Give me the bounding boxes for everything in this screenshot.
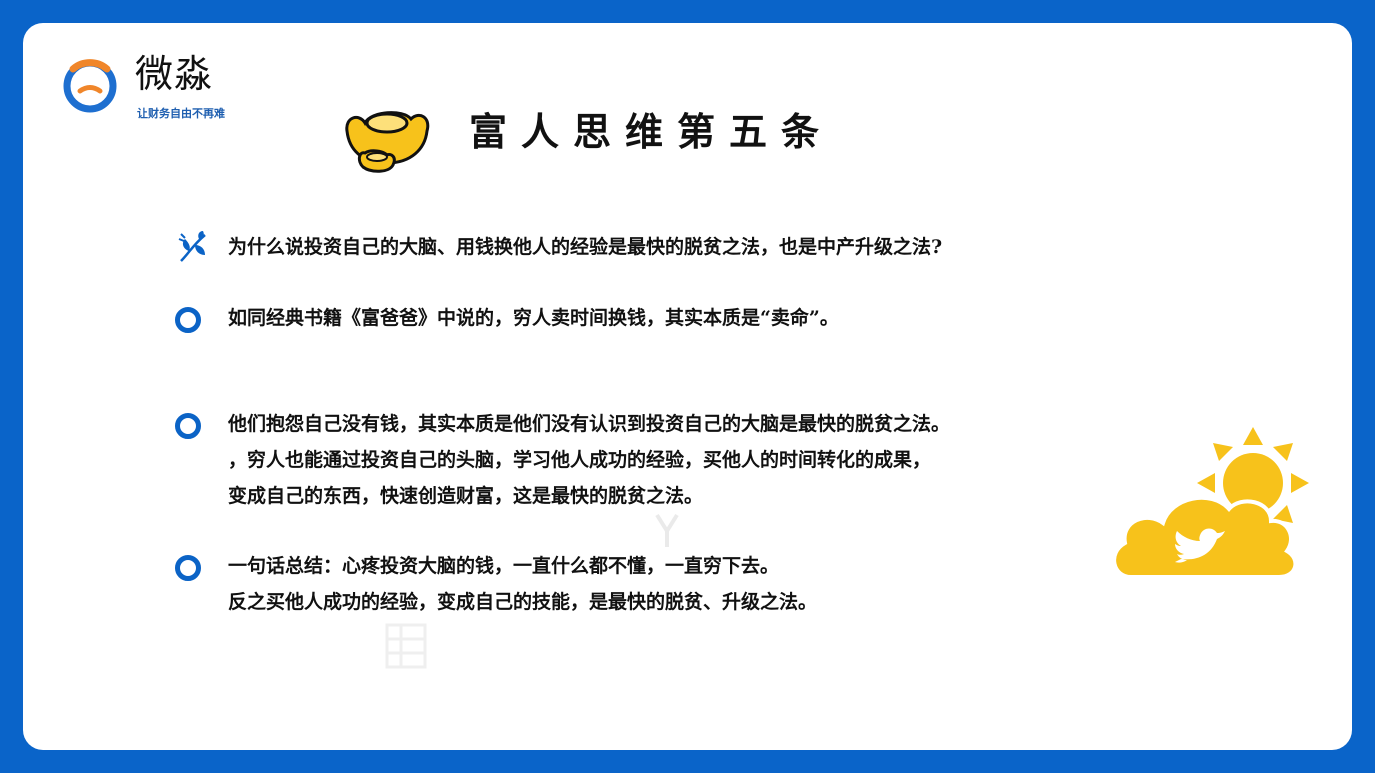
brand-logo: 微淼 让财务自由不再难 bbox=[53, 49, 258, 144]
item-text: 变成自己的东西，快速创造财富，这是最快的脱贫之法。 bbox=[228, 485, 704, 507]
leaf-sprig-icon bbox=[178, 231, 206, 262]
item-text: ，穷人也能通过投资自己的头脑，学习他人成功的经验，买他人的时间转化的成果， bbox=[228, 449, 932, 471]
logo-name: 微淼 bbox=[135, 52, 214, 96]
circle-ring-icon bbox=[175, 413, 201, 439]
watermark-icon bbox=[385, 623, 427, 669]
page-title: 富人思维第五条 bbox=[469, 110, 834, 154]
item-text: 他们抱怨自己没有钱，其实本质是他们没有认识到投资自己的大脑是最快的脱贫之法。 bbox=[228, 413, 951, 435]
item-text: 反之买他人成功的经验，变成自己的技能，是最快的脱贫、升级之法。 bbox=[228, 591, 818, 613]
sun-cloud-twitter-icon bbox=[1112, 427, 1309, 579]
watermark-icon bbox=[655, 513, 679, 547]
weimiao-logo-icon bbox=[63, 59, 117, 113]
gold-ingot-icon bbox=[345, 111, 430, 173]
item-text: 如同经典书籍《富爸爸》中说的，穷人卖时间换钱，其实本质是“卖命”。 bbox=[228, 307, 839, 329]
slide: 微淼 让财务自由不再难 富人思维第五条 为什么说投资自己的大脑、用钱换他人的经验… bbox=[23, 23, 1352, 750]
circle-ring-icon bbox=[175, 307, 201, 333]
logo-slogan: 让财务自由不再难 bbox=[137, 107, 225, 120]
item-text: 一句话总结：心疼投资大脑的钱，一直什么都不懂，一直穷下去。 bbox=[228, 555, 780, 577]
item-text: 为什么说投资自己的大脑、用钱换他人的经验是最快的脱贫之法，也是中产升级之法? bbox=[228, 236, 943, 258]
circle-ring-icon bbox=[175, 555, 201, 581]
